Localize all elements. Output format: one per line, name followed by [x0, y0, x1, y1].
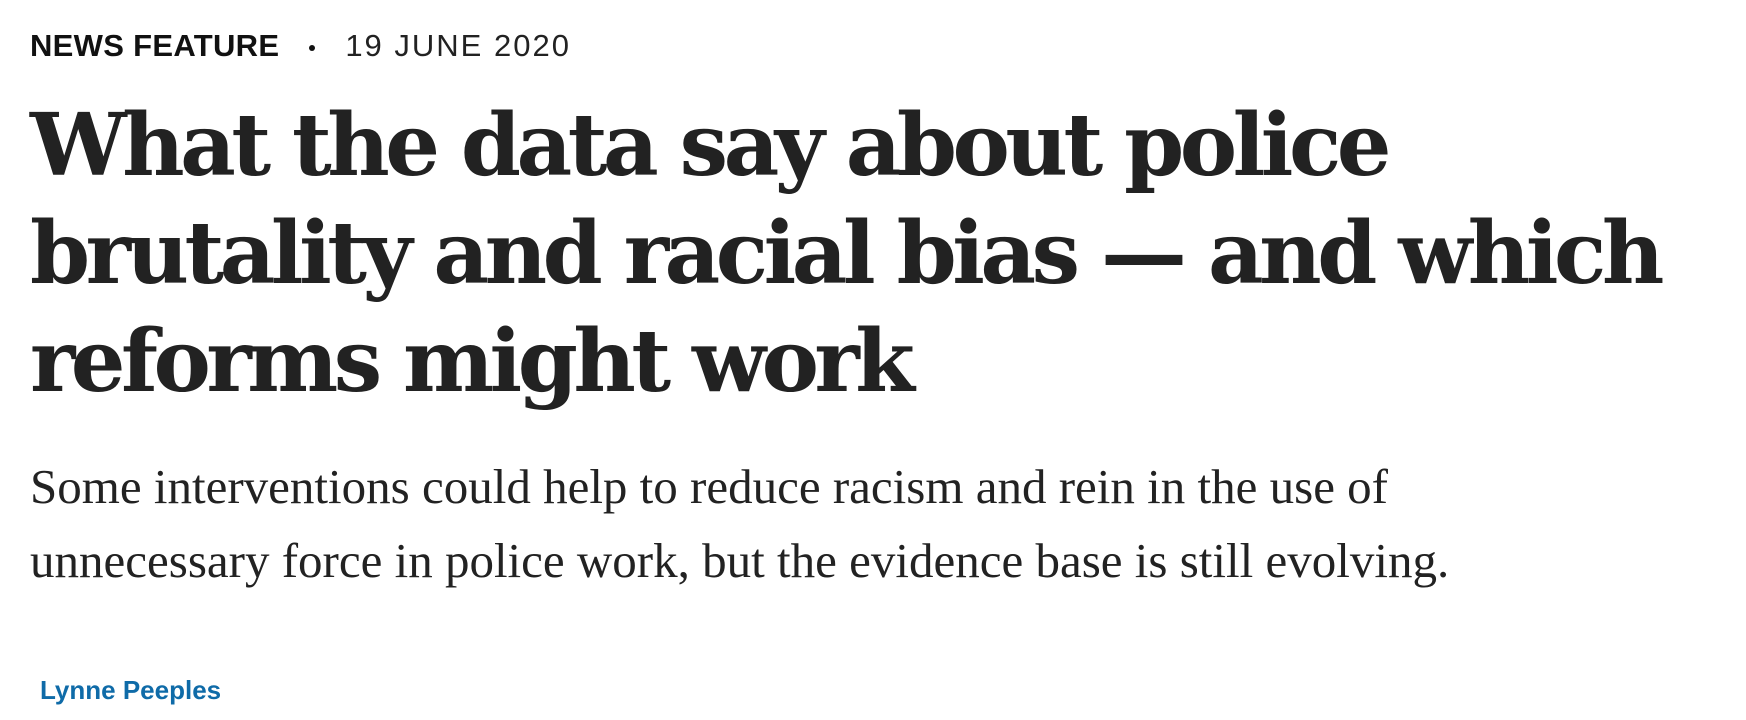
article-type: NEWS FEATURE	[30, 28, 280, 63]
publication-date: 19 JUNE 2020	[345, 28, 571, 63]
meta-separator-dot	[309, 45, 316, 51]
article-standfirst: Some interventions could help to reduce …	[30, 459, 1450, 588]
author-link[interactable]: Lynne Peeples	[40, 672, 221, 708]
article-meta: NEWS FEATURE 19 JUNE 2020	[30, 26, 571, 66]
article-title: What the data say about police brutality…	[30, 95, 1664, 412]
